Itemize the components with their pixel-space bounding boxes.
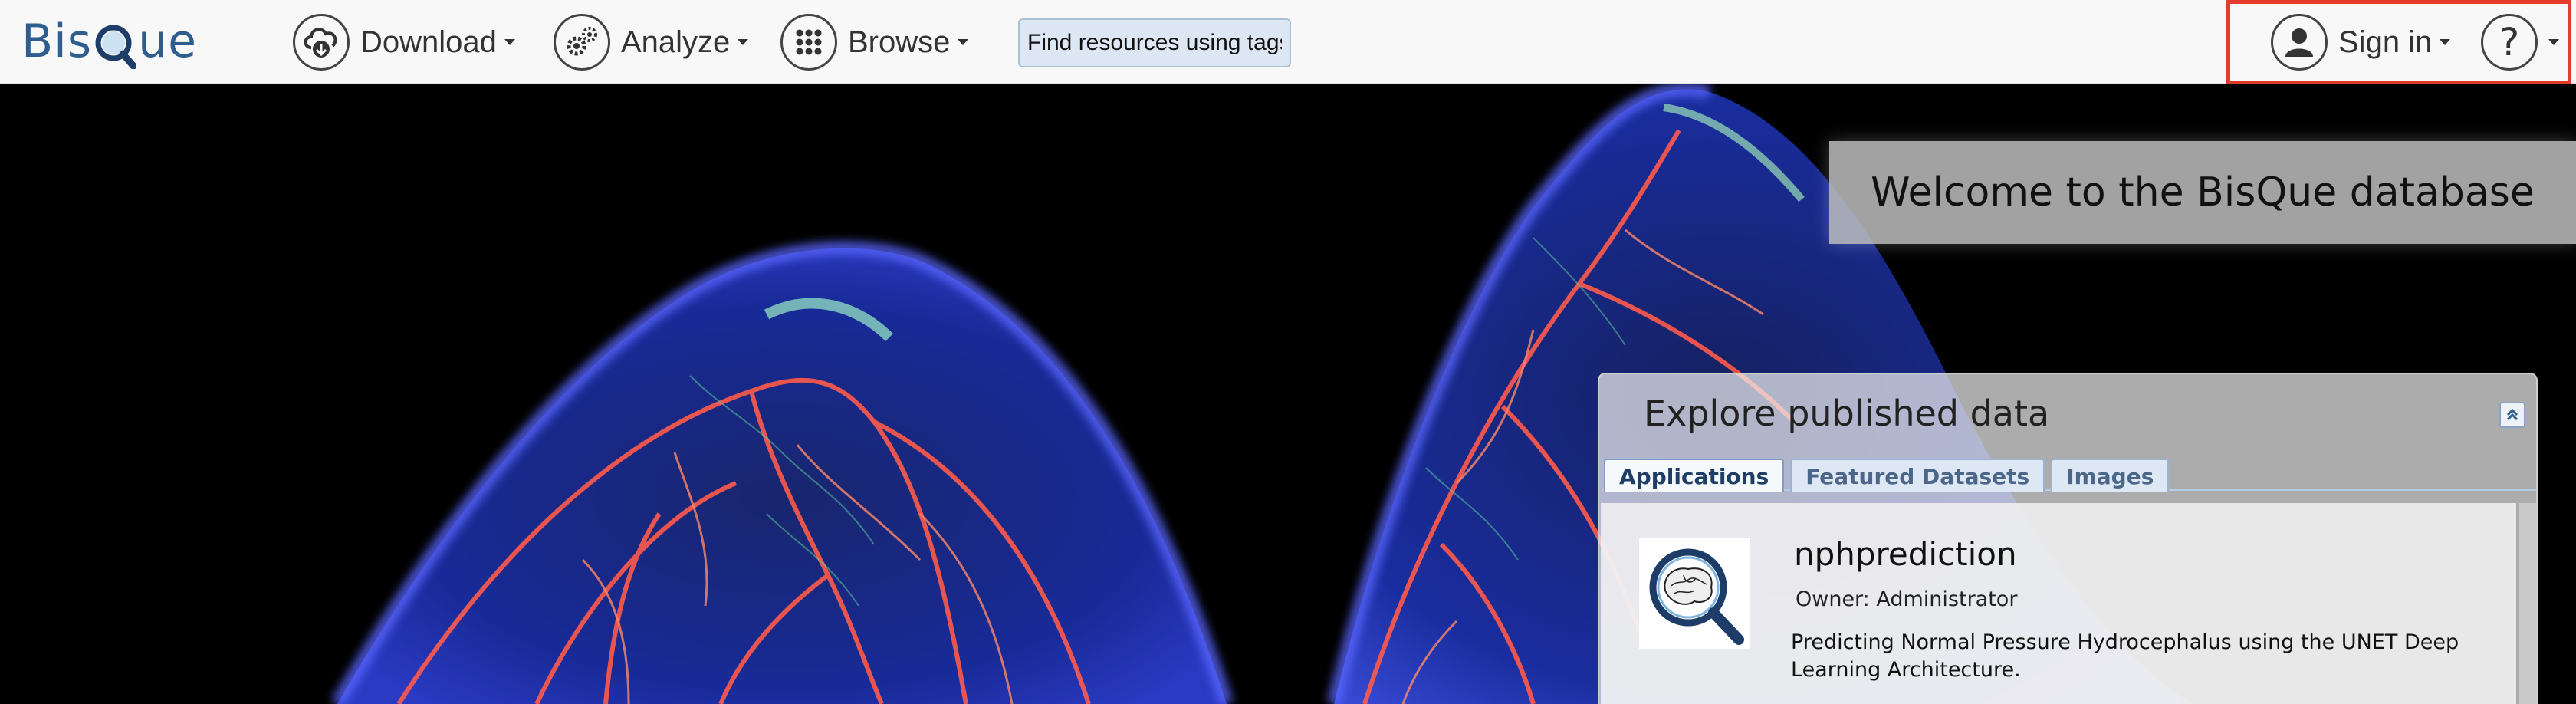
- browse-menu[interactable]: Browse: [780, 11, 969, 74]
- chevron-down-icon: [958, 39, 969, 45]
- chevron-down-icon: [504, 39, 515, 45]
- logo-text-prefix: Bis: [21, 15, 93, 68]
- brain-magnifier-icon: [1649, 548, 1744, 645]
- tag-search-input[interactable]: [1018, 18, 1291, 67]
- grid-icon: [780, 14, 837, 71]
- browse-label: Browse: [848, 25, 951, 59]
- signin-label: Sign in: [2338, 25, 2433, 59]
- collapse-button[interactable]: [2499, 402, 2525, 428]
- download-label: Download: [360, 25, 497, 59]
- explore-title: Explore published data: [1644, 393, 2050, 434]
- welcome-banner: Welcome to the BisQue database: [1829, 141, 2576, 244]
- help-menu[interactable]: ?: [2481, 11, 2559, 74]
- question-icon: ?: [2481, 14, 2538, 71]
- app-thumbnail[interactable]: [1639, 538, 1750, 649]
- signin-menu[interactable]: Sign in: [2271, 11, 2451, 74]
- analyze-label: Analyze: [621, 25, 731, 59]
- logo-text-suffix: ue: [138, 15, 198, 68]
- list-scrollbar[interactable]: [2519, 503, 2536, 704]
- tab-featured-datasets[interactable]: Featured Datasets: [1790, 459, 2045, 492]
- analyze-menu[interactable]: Analyze: [554, 11, 749, 74]
- user-icon: [2271, 14, 2328, 71]
- tab-images[interactable]: Images: [2051, 459, 2170, 492]
- app-owner: Owner: Administrator: [1796, 587, 2018, 611]
- logo-magnifier-q-icon: [94, 18, 137, 69]
- chevron-down-icon: [738, 39, 749, 45]
- tab-applications[interactable]: Applications: [1604, 459, 1785, 492]
- explore-tabs: Applications Featured Datasets Images: [1602, 459, 2536, 492]
- cloud-download-icon: [293, 14, 350, 71]
- top-navbar: Bis ue Download Analyze Browse Find reso…: [0, 0, 2576, 84]
- application-list: nphprediction Owner: Administrator Predi…: [1601, 503, 2516, 704]
- app-description: Predicting Normal Pressure Hydrocephalus…: [1791, 630, 2459, 682]
- double-chevron-up-icon: [2506, 408, 2518, 421]
- app-name-link[interactable]: nphprediction: [1794, 535, 2017, 573]
- chevron-down-icon: [2548, 39, 2559, 45]
- download-menu[interactable]: Download: [293, 11, 515, 74]
- chevron-down-icon: [2440, 39, 2451, 45]
- gears-icon: [554, 14, 610, 71]
- explore-panel: Explore published data Applications Feat…: [1598, 373, 2538, 704]
- bisque-logo[interactable]: Bis ue: [21, 11, 197, 72]
